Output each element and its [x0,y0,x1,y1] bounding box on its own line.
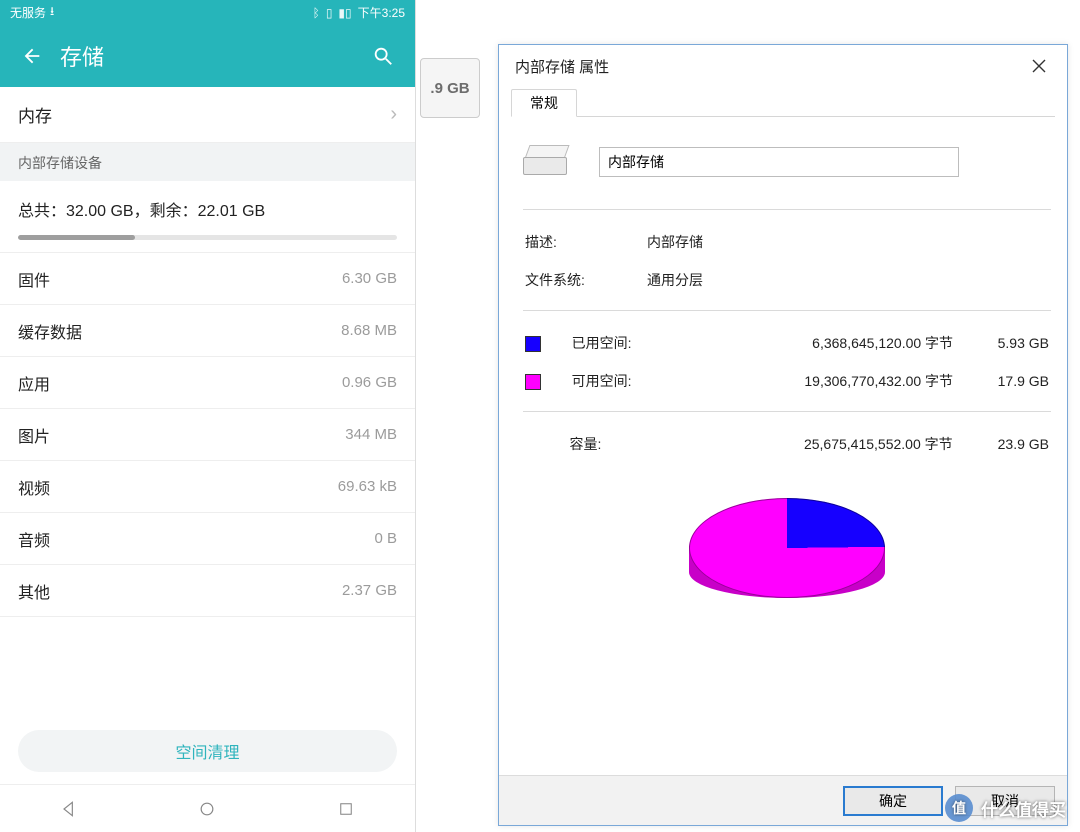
section-header: 内部存储设备 [0,143,415,181]
background-item: .9 GB [420,58,480,118]
dialog-titlebar: 内部存储 属性 [499,45,1067,87]
page-title: 存储 [60,40,369,72]
dialog-title: 内部存储 属性 [515,56,609,77]
chevron-right-icon: › [390,103,397,126]
fs-value: 通用分层 [643,262,1053,298]
storage-row[interactable]: 视频 69.63 kB [0,461,415,513]
desc-label: 描述: [521,224,641,260]
storage-rows: 固件 6.30 GB 缓存数据 8.68 MB 应用 0.96 GB 图片 344 MB 视频 6… [0,253,415,730]
search-icon [372,45,394,67]
row-value: 344 MB [345,426,397,443]
storage-row[interactable]: 音频 0 B [0,513,415,565]
download-icon: ⭳ [50,2,54,23]
watermark-text: 什么值得买 [981,796,1066,821]
search-button[interactable] [369,42,397,70]
bluetooth-icon: ᛒ [313,6,320,20]
memory-row[interactable]: 内存 › [0,87,415,143]
cap-label: 容量: [565,426,707,462]
desc-value: 内部存储 [643,224,1053,260]
drive-icon [523,145,571,179]
nav-recent[interactable] [326,789,366,829]
row-value: 0 B [374,530,397,547]
status-time: 下午3:25 [358,4,405,21]
circle-icon [197,799,217,819]
properties-dialog: 内部存储 属性 常规 描述: 内部存储 [498,44,1068,826]
free-label: 可用空间: [568,363,709,399]
row-capacity: 容量: 25,675,415,552.00 字节 23.9 GB [521,426,1053,462]
app-bar: 存储 [0,25,415,87]
tab-bar: 常规 [511,87,1055,117]
used-swatch [525,336,541,352]
storage-row[interactable]: 图片 344 MB [0,409,415,461]
triangle-left-icon [59,799,79,819]
storage-row[interactable]: 缓存数据 8.68 MB [0,305,415,357]
usage-bar [18,235,397,240]
row-free: 可用空间: 19,306,770,432.00 字节 17.9 GB [521,363,1053,399]
row-label: 固件 [18,267,50,291]
free-bytes: 19,306,770,432.00 字节 [711,363,958,399]
row-value: 2.37 GB [342,582,397,599]
storage-row[interactable]: 其他 2.37 GB [0,565,415,617]
fs-label: 文件系统: [521,262,641,298]
watermark-badge: 值 [945,794,973,822]
tab-general[interactable]: 常规 [511,89,577,117]
used-label: 已用空间: [568,325,709,361]
row-value: 8.68 MB [341,322,397,339]
mobile-panel: 无服务 ⭳ ᛒ ▯ ▮▯ 下午3:25 存储 内存 › 内部存储设备 [0,0,416,832]
row-label: 视频 [18,475,50,499]
cap-bytes: 25,675,415,552.00 字节 [709,426,957,462]
row-label: 其他 [18,579,50,603]
row-label: 缓存数据 [18,319,82,343]
close-icon [1032,59,1046,73]
arrow-left-icon [21,45,43,67]
nav-back[interactable] [49,789,89,829]
row-value: 6.30 GB [342,270,397,287]
ok-button[interactable]: 确定 [843,786,943,816]
capacity-pie-chart [689,484,885,614]
free-swatch [525,374,541,390]
name-input[interactable] [599,147,959,177]
battery-icon: ▮▯ [338,6,351,20]
back-button[interactable] [18,42,46,70]
row-label: 应用 [18,371,50,395]
usage-bar-fill [18,235,135,240]
memory-label: 内存 [18,102,52,127]
row-value: 0.96 GB [342,374,397,391]
row-label: 音频 [18,527,50,551]
storage-row[interactable]: 应用 0.96 GB [0,357,415,409]
clean-button[interactable]: 空间清理 [18,730,397,772]
sim-icon: ▯ [326,6,333,20]
row-desc: 描述: 内部存储 [521,224,1053,260]
close-button[interactable] [1021,52,1057,80]
cap-size: 23.9 GB [959,426,1053,462]
square-icon [337,800,355,818]
used-size: 5.93 GB [959,325,1053,361]
row-label: 图片 [18,423,50,447]
nav-home[interactable] [187,789,227,829]
row-fs: 文件系统: 通用分层 [521,262,1053,298]
used-bytes: 6,368,645,120.00 字节 [711,325,958,361]
summary-text: 总共：32.00 GB，剩余：22.01 GB [18,197,397,221]
nav-bar [0,784,415,832]
storage-summary: 总共：32.00 GB，剩余：22.01 GB [0,181,415,253]
free-size: 17.9 GB [959,363,1053,399]
watermark: 值 什么值得买 [945,794,1066,822]
storage-row[interactable]: 固件 6.30 GB [0,253,415,305]
row-value: 69.63 kB [338,478,397,495]
status-bar: 无服务 ⭳ ᛒ ▯ ▮▯ 下午3:25 [0,0,415,25]
row-used: 已用空间: 6,368,645,120.00 字节 5.93 GB [521,325,1053,361]
status-carrier: 无服务 [10,4,46,21]
